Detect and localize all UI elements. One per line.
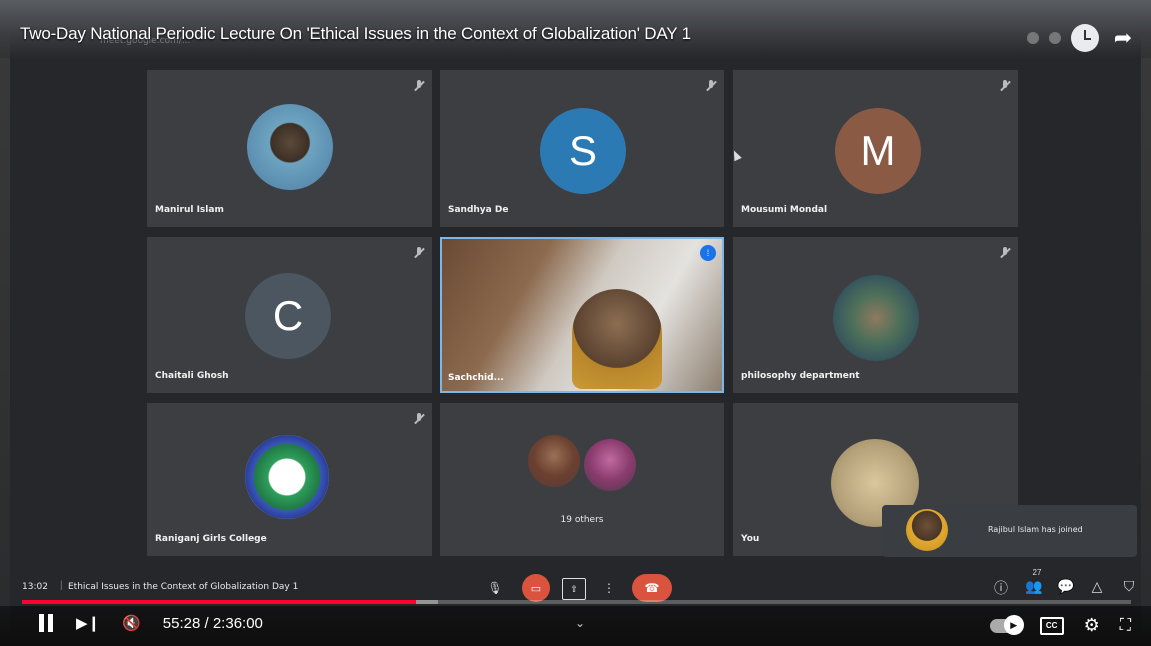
leave-call-button[interactable]: ☎ <box>632 574 672 602</box>
participant-tile[interactable]: C Chaitali Ghosh <box>147 237 432 393</box>
college-logo <box>245 435 329 519</box>
extension-icon <box>1027 32 1039 44</box>
watch-later-icon[interactable] <box>1071 24 1099 52</box>
participant-tile[interactable]: S Sandhya De <box>440 70 724 227</box>
mic-off-icon <box>414 247 424 259</box>
player-left-controls: ▶❙ 🔇 55:28 / 2:36:00 <box>38 614 263 632</box>
mic-off-icon <box>414 80 424 92</box>
meeting-title: Ethical Issues in the Context of Globali… <box>68 582 299 592</box>
mic-off-icon <box>1000 80 1010 92</box>
participant-tile[interactable]: philosophy department <box>733 237 1018 393</box>
avatar <box>247 104 333 190</box>
top-right-icons: ➦ <box>1027 24 1137 52</box>
exit-fullscreen-icon[interactable]: ⛶ <box>1120 617 1131 635</box>
avatar: M <box>835 108 921 194</box>
present-screen-button[interactable]: ⇧ <box>562 578 586 600</box>
time-display: 55:28 / 2:36:00 <box>162 614 263 632</box>
pause-icon[interactable] <box>38 614 54 632</box>
share-icon[interactable]: ➦ <box>1109 24 1137 52</box>
participant-tile[interactable]: Raniganj Girls College <box>147 403 432 556</box>
participant-name: You <box>741 534 760 544</box>
people-icon[interactable]: 👥 27 <box>1025 568 1042 598</box>
participant-name: Mousumi Mondal <box>741 205 828 215</box>
mic-icon[interactable]: 🎙 <box>484 574 506 602</box>
active-speaker-video-tile[interactable]: ⁞ Sachchid... <box>440 237 724 393</box>
video-title[interactable]: Two-Day National Periodic Lecture On 'Et… <box>20 24 691 44</box>
meeting-clock: 13:02 <box>22 582 48 592</box>
more-options-icon[interactable]: ⋮ <box>598 574 620 602</box>
progress-bar[interactable] <box>22 600 1131 604</box>
progress-fill <box>22 600 416 604</box>
settings-gear-icon[interactable]: ⚙ <box>1084 615 1100 636</box>
info-icon[interactable]: ⓘ <box>993 578 1009 598</box>
autoplay-toggle[interactable] <box>989 614 1024 635</box>
participant-name: philosophy department <box>741 371 860 381</box>
captions-icon[interactable]: CC <box>1039 616 1064 635</box>
chevron-down-icon[interactable]: ⌄ <box>575 616 585 630</box>
mic-off-icon <box>706 80 716 92</box>
mute-icon[interactable]: 🔇 <box>122 614 141 632</box>
speaker-video <box>572 289 662 389</box>
participant-count: 27 <box>1032 568 1042 577</box>
next-icon[interactable]: ▶❙ <box>76 614 100 632</box>
avatar <box>906 509 948 551</box>
extension-icon <box>1049 32 1061 44</box>
speaking-indicator-icon: ⁞ <box>700 245 716 261</box>
notification-text: Rajibul Islam has joined <box>988 525 1083 534</box>
avatar: S <box>540 108 626 194</box>
participant-name: Raniganj Girls College <box>155 534 267 544</box>
player-controls: ▶❙ 🔇 55:28 / 2:36:00 ⌄ CC ⚙ ⛶ <box>0 606 1151 646</box>
others-count: 19 others <box>560 515 604 525</box>
participant-name: Chaitali Ghosh <box>155 371 229 381</box>
mic-off-icon <box>1000 247 1010 259</box>
participant-name: Manirul Islam <box>155 205 224 215</box>
meet-right-controls: ⓘ 👥 27 💬 △ ⛉ <box>993 568 1137 598</box>
join-notification: Rajibul Islam has joined <box>882 505 1137 557</box>
participant-tile[interactable]: Manirul Islam <box>147 70 432 227</box>
activities-icon[interactable]: △ <box>1089 578 1105 598</box>
host-controls-icon[interactable]: ⛉ <box>1121 578 1137 598</box>
avatar <box>584 439 636 491</box>
player-right-controls: CC ⚙ ⛶ <box>989 614 1131 636</box>
others-tile[interactable]: 19 others <box>440 403 724 556</box>
divider: | <box>60 580 63 591</box>
avatar <box>833 275 919 361</box>
participant-name: Sandhya De <box>448 205 509 215</box>
mic-off-icon <box>414 413 424 425</box>
video-top-bar: meet.google.com/... Two-Day National Per… <box>0 0 1151 58</box>
chat-icon[interactable]: 💬 <box>1057 578 1074 598</box>
camera-off-button[interactable]: ▭ <box>522 574 550 602</box>
avatar <box>528 435 580 487</box>
avatar: C <box>245 273 331 359</box>
participant-tile[interactable]: M Mousumi Mondal <box>733 70 1018 227</box>
participant-name: Sachchid... <box>448 373 504 383</box>
